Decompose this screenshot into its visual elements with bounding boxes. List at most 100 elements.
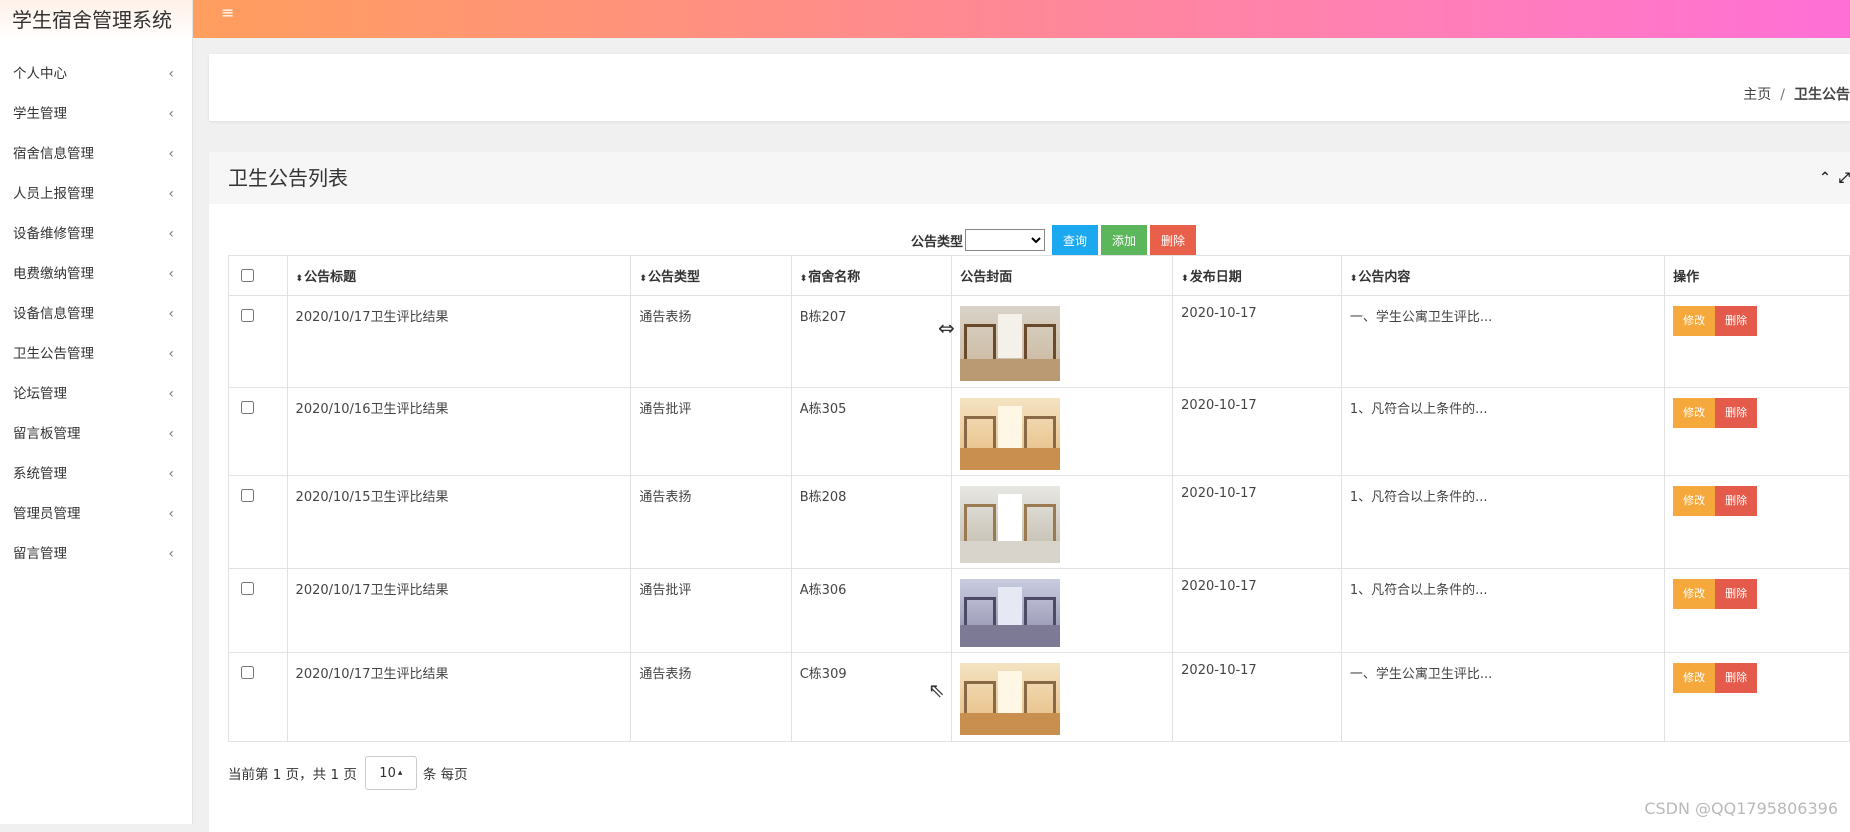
chevron-left-icon: ‹ [168,386,174,402]
edit-button[interactable]: 修改 [1673,306,1716,336]
table-row: 2020/10/15卫生评比结果 通告表扬 B栋208 2020-10-17 1… [228,475,1850,569]
top-bar: ≡ [193,0,1850,38]
cell-date: 2020-10-17 [1172,475,1342,569]
table-header-row: ⬍公告标题 ⬍公告类型 ⬍宿舍名称 公告封面 ⬍发布日期 ⬍公告内容 操作 [228,255,1850,296]
cell-content: 1、凡符合以上条件的... [1340,475,1666,569]
floor-shape [960,359,1061,381]
row-checkbox[interactable] [241,309,254,322]
notice-type-select[interactable] [965,229,1046,251]
panel-title: 卫生公告列表 [228,166,348,190]
sidebar-item-equipment-repair[interactable]: 设备维修管理 ‹ [0,214,192,254]
sidebar-item-personal-center[interactable]: 个人中心 ‹ [0,54,192,94]
row-checkbox[interactable] [241,401,254,414]
chevron-left-icon: ‹ [168,346,174,362]
cell-ops: 修改 删除 [1664,387,1850,476]
cell-content: 一、学生公寓卫生评比... [1340,295,1666,388]
sidebar-item-label: 管理员管理 [13,506,81,522]
row-checkbox[interactable] [241,582,254,595]
chevron-left-icon: ‹ [168,266,174,282]
column-header-label: 公告内容 [1358,270,1411,285]
cell-type: 通告表扬 [630,475,792,569]
page-size-select[interactable]: 10 ▴ [364,756,417,790]
cover-image[interactable] [960,486,1061,563]
sort-icon: ⬍ [1181,274,1189,284]
sidebar-item-label: 宿舍信息管理 [13,146,94,162]
sidebar-item-electricity-fees[interactable]: 电费缴纳管理 ‹ [0,254,192,294]
notice-table: ⬍公告标题 ⬍公告类型 ⬍宿舍名称 公告封面 ⬍发布日期 ⬍公告内容 操作 20… [228,255,1850,742]
edit-button[interactable]: 修改 [1673,579,1716,609]
sidebar-item-label: 人员上报管理 [13,186,94,202]
sidebar-item-label: 系统管理 [13,466,67,482]
column-header-type[interactable]: ⬍公告类型 [630,255,792,296]
add-button[interactable]: 添加 [1101,225,1148,255]
column-header-dorm[interactable]: ⬍宿舍名称 [790,255,953,296]
cell-title: 2020/10/17卫生评比结果 [286,295,632,388]
delete-button[interactable]: 删除 [1715,579,1758,609]
sidebar-item-messages[interactable]: 留言管理 ‹ [0,534,192,574]
expand-icon[interactable]: ⤢ [1839,170,1850,186]
row-checkbox[interactable] [241,489,254,502]
sidebar-item-system[interactable]: 系统管理 ‹ [0,454,192,494]
cell-cover [951,652,1174,742]
hamburger-menu-icon[interactable]: ≡ [221,3,234,22]
column-header-label: 公告封面 [960,270,1013,285]
cell-ops: 修改 删除 [1664,652,1850,742]
page-size-suffix: 条 每页 [422,767,468,783]
sidebar-item-equipment-info[interactable]: 设备信息管理 ‹ [0,294,192,334]
sidebar-item-admins[interactable]: 管理员管理 ‹ [0,494,192,534]
sort-icon: ⬍ [799,274,808,284]
row-actions: 修改 删除 [1673,398,1841,428]
collapse-icon[interactable]: ⌃ [1819,170,1831,186]
app-title: 学生宿舍管理系统 [0,0,192,40]
cell-type: 通告表扬 [630,652,792,742]
pointer-cursor-icon: ⇖ [928,678,945,702]
select-all-checkbox[interactable] [241,268,254,282]
bulk-delete-button[interactable]: 删除 [1150,225,1197,255]
cell-content: 一、学生公寓卫生评比... [1340,652,1666,742]
row-checkbox[interactable] [241,666,254,679]
edit-button[interactable]: 修改 [1673,663,1716,693]
delete-button[interactable]: 删除 [1715,306,1758,336]
breadcrumb: 主页 / 卫生公告 [1743,84,1850,104]
query-button[interactable]: 查询 [1052,225,1099,255]
filter-bar: 公告类型 查询 添加 删除 [911,225,1197,255]
panel-tools: ⌃ ⤢ [1811,152,1850,204]
sidebar-item-forum[interactable]: 论坛管理 ‹ [0,374,192,414]
sidebar-item-personnel-report[interactable]: 人员上报管理 ‹ [0,174,192,214]
pagination: 当前第 1 页，共 1 页 10 ▴ 条 每页 [228,756,468,790]
sidebar-item-message-board[interactable]: 留言板管理 ‹ [0,414,192,454]
cover-image[interactable] [960,398,1061,470]
chevron-left-icon: ‹ [168,186,174,202]
column-header-date[interactable]: ⬍发布日期 [1172,255,1342,296]
cell-dorm: B栋208 [790,475,953,569]
sidebar-menu: 个人中心 ‹ 学生管理 ‹ 宿舍信息管理 ‹ 人员上报管理 ‹ 设备维修管理 ‹ 电费缴纳… [0,54,192,574]
chevron-left-icon: ‹ [168,306,174,322]
cover-image[interactable] [960,306,1061,381]
cover-image[interactable] [960,579,1061,647]
chevron-left-icon: ‹ [168,66,174,82]
delete-button[interactable]: 删除 [1715,663,1758,693]
column-header-label: 公告类型 [647,270,700,285]
column-header-content[interactable]: ⬍公告内容 [1340,255,1666,296]
chevron-left-icon: ‹ [168,466,174,482]
sidebar-item-label: 学生管理 [13,106,67,122]
cover-image[interactable] [960,663,1061,735]
floor-shape [960,541,1061,563]
edit-button[interactable]: 修改 [1673,486,1716,516]
row-actions: 修改 删除 [1673,306,1841,336]
delete-button[interactable]: 删除 [1715,398,1758,428]
sidebar-item-students[interactable]: 学生管理 ‹ [0,94,192,134]
sidebar-item-dorm-info[interactable]: 宿舍信息管理 ‹ [0,134,192,174]
breadcrumb-home[interactable]: 主页 [1743,87,1771,103]
row-select-cell [228,652,288,742]
cell-date: 2020-10-17 [1172,295,1342,388]
sidebar-item-label: 个人中心 [13,66,67,82]
delete-button[interactable]: 删除 [1715,486,1758,516]
row-actions: 修改 删除 [1673,486,1841,516]
row-actions: 修改 删除 [1673,579,1841,609]
sidebar-item-hygiene-notice[interactable]: 卫生公告管理 ‹ [0,334,192,374]
edit-button[interactable]: 修改 [1673,398,1716,428]
column-header-title[interactable]: ⬍公告标题 [286,255,632,296]
chevron-left-icon: ‹ [168,226,174,242]
row-select-cell [228,295,288,388]
